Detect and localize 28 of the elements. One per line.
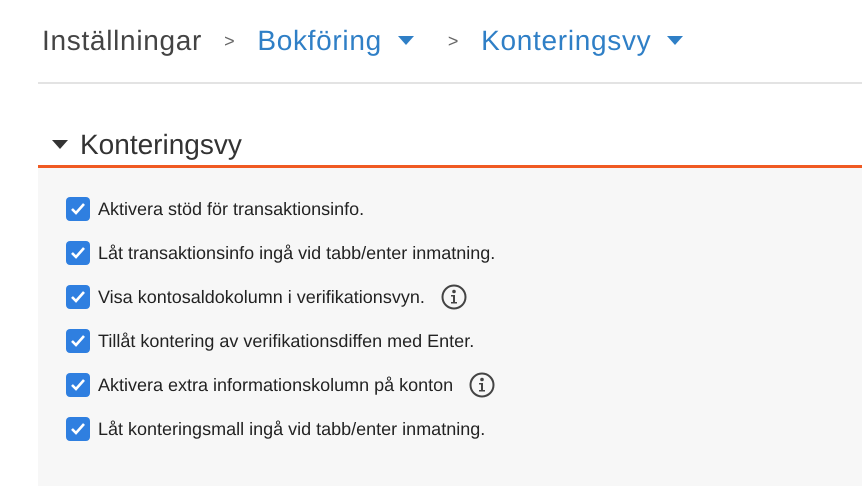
option-label: Visa kontosaldokolumn i verifikationsvyn. xyxy=(98,286,425,309)
info-icon[interactable] xyxy=(440,284,467,310)
checkmark-icon xyxy=(70,290,86,304)
checkmark-icon xyxy=(70,378,86,392)
checkmark-icon xyxy=(70,334,86,348)
checkmark-icon xyxy=(70,202,86,216)
checkmark-icon xyxy=(70,246,86,260)
checkbox[interactable] xyxy=(66,197,90,221)
option-label: Låt konteringsmall ingå vid tabb/enter inmatning. xyxy=(98,418,486,441)
caret-icon xyxy=(667,36,684,46)
caret-icon xyxy=(398,36,414,46)
option-label: Låt transaktionsinfo ingå vid tabb/enter inmatning. xyxy=(98,242,496,265)
breadcrumb-separator: > xyxy=(224,30,236,52)
breadcrumb-separator: > xyxy=(448,30,460,52)
checkbox[interactable] xyxy=(66,373,90,397)
option-label: Tillåt kontering av verifikationsdiffen med Enter. xyxy=(98,330,474,353)
option-label: Aktivera stöd för transaktionsinfo. xyxy=(98,198,364,220)
checkbox[interactable] xyxy=(66,285,90,309)
breadcrumb-dropdown[interactable]: Bokföring xyxy=(257,20,414,62)
caret-icon xyxy=(52,140,68,150)
checkbox[interactable] xyxy=(66,417,90,441)
option-label: Aktivera extra informationskolumn på konton xyxy=(98,374,454,397)
info-icon[interactable] xyxy=(469,372,496,398)
checkbox[interactable] xyxy=(66,241,90,265)
breadcrumb-dropdown[interactable]: Konteringsvy xyxy=(481,20,684,62)
checkmark-icon xyxy=(70,422,86,436)
breadcrumb-item[interactable]: Inställningar xyxy=(42,20,202,62)
checkbox[interactable] xyxy=(66,329,90,353)
